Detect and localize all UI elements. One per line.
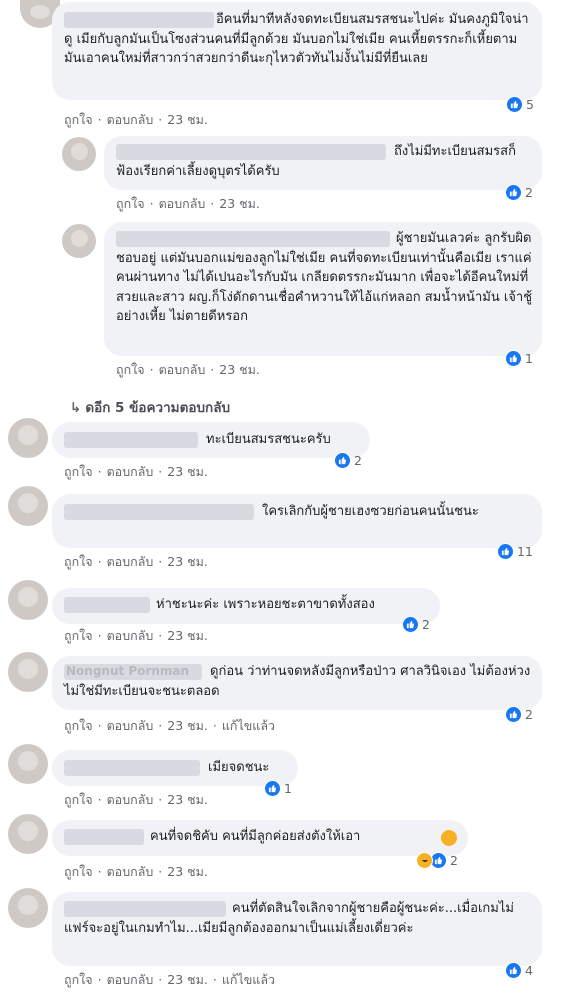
- like-button[interactable]: ถูกใจ: [116, 362, 145, 377]
- commenter-name[interactable]: [64, 432, 198, 448]
- reaction-number: 2: [422, 616, 430, 632]
- haha-reaction-icon: [416, 851, 433, 869]
- reaction-count[interactable]: 4: [505, 960, 533, 980]
- laughing-emoji-icon: [441, 830, 457, 846]
- like-reaction-icon: [505, 183, 522, 201]
- comment-actions: ถูกใจ · ตอบกลับ · 23 ชม.: [64, 628, 208, 643]
- like-reaction-icon: [402, 615, 419, 633]
- comment-text: ผู้ชายมันเลวค่ะ ลูกรับผิดชอบอยู่ แต่มันบ…: [116, 231, 533, 324]
- comment-actions: ถูกใจ · ตอบกลับ · 23 ชม.: [64, 864, 208, 879]
- reply-button[interactable]: ตอบกลับ: [159, 362, 206, 377]
- view-more-replies-link[interactable]: ↳ ดอีก 5 ข้อความตอบกลับ: [70, 396, 230, 418]
- reaction-count[interactable]: 1: [505, 348, 533, 368]
- reaction-number: 4: [525, 962, 533, 978]
- like-reaction-icon: [505, 961, 522, 979]
- comment-text: คนที่จดชิคับ คนที่มีลูกค่อยส่งตังให้เอา: [150, 829, 361, 844]
- commenter-name[interactable]: [64, 760, 200, 776]
- like-reaction-icon: [505, 349, 522, 367]
- like-reaction-icon: [505, 705, 522, 723]
- avatar[interactable]: [8, 744, 48, 784]
- comment-actions: ถูกใจ · ตอบกลับ · 23 ชม.: [64, 554, 208, 569]
- reaction-number: 2: [450, 852, 458, 868]
- reaction-number: 2: [525, 706, 533, 722]
- commenter-name[interactable]: [64, 829, 144, 845]
- timestamp[interactable]: 23 ชม.: [167, 628, 208, 643]
- edited-label[interactable]: แก้ไขแล้ว: [222, 972, 275, 987]
- commenter-name[interactable]: [64, 597, 150, 613]
- like-button[interactable]: ถูกใจ: [64, 554, 93, 569]
- reaction-count[interactable]: 11: [497, 541, 533, 561]
- comment-actions: ถูกใจ · ตอบกลับ · 23 ชม. · แก้ไขแล้ว: [64, 718, 276, 733]
- reaction-count[interactable]: 5: [506, 94, 534, 114]
- reply-button[interactable]: ตอบกลับ: [107, 554, 154, 569]
- avatar[interactable]: [62, 224, 96, 258]
- comment-actions: ถูกใจ · ตอบกลับ · 23 ชม.: [64, 464, 208, 479]
- comment-actions: ถูกใจ · ตอบกลับ · 23 ชม.: [64, 792, 208, 807]
- reaction-number: 5: [526, 96, 534, 112]
- avatar[interactable]: [8, 652, 48, 692]
- comment-actions: ถูกใจ · ตอบกลับ · 23 ชม.: [64, 112, 208, 127]
- comment-actions: ถูกใจ · ตอบกลับ · 23 ชม. · แก้ไขแล้ว: [64, 972, 276, 987]
- like-reaction-icon: [264, 779, 281, 797]
- like-reaction-icon: [334, 451, 351, 469]
- like-button[interactable]: ถูกใจ: [64, 792, 93, 807]
- edited-label[interactable]: แก้ไขแล้ว: [222, 718, 275, 733]
- like-button[interactable]: ถูกใจ: [64, 112, 93, 127]
- avatar[interactable]: [8, 418, 48, 458]
- like-reaction-icon: [497, 542, 514, 560]
- comment-text: อีคนที่มาทีหลังจดทะเบียนสมรสชนะไปค่ะ มัน…: [64, 12, 529, 66]
- reply-button[interactable]: ตอบกลับ: [107, 718, 154, 733]
- avatar[interactable]: [8, 486, 48, 526]
- comment-text: ทะเบียนสมรสชนะครับ: [206, 432, 331, 447]
- timestamp[interactable]: 23 ชม.: [167, 864, 208, 879]
- reply-button[interactable]: ตอบกลับ: [107, 112, 154, 127]
- timestamp[interactable]: 23 ชม.: [167, 718, 208, 733]
- reaction-number: 1: [525, 350, 533, 366]
- reaction-number: 2: [354, 452, 362, 468]
- timestamp[interactable]: 23 ชม.: [167, 112, 208, 127]
- comment-text: ห่าชะนะค่ะ เพราะหอยชะตาขาดทั้งสอง: [156, 597, 375, 612]
- reply-button[interactable]: ตอบกลับ: [107, 972, 154, 987]
- reaction-number: 11: [517, 543, 533, 559]
- reaction-count[interactable]: 2: [416, 850, 458, 870]
- reaction-count[interactable]: 2: [334, 450, 362, 470]
- timestamp[interactable]: 23 ชม.: [219, 362, 260, 377]
- reply-button[interactable]: ตอบกลับ: [107, 864, 154, 879]
- like-button[interactable]: ถูกใจ: [116, 196, 145, 211]
- like-button[interactable]: ถูกใจ: [64, 972, 93, 987]
- reaction-count[interactable]: 2: [402, 614, 430, 634]
- timestamp[interactable]: 23 ชม.: [167, 972, 208, 987]
- like-reaction-icon: [506, 95, 523, 113]
- reply-button[interactable]: ตอบกลับ: [107, 464, 154, 479]
- comment-actions: ถูกใจ · ตอบกลับ · 23 ชม.: [116, 362, 260, 377]
- reaction-count[interactable]: 2: [505, 182, 533, 202]
- reaction-count[interactable]: 1: [264, 778, 292, 798]
- like-button[interactable]: ถูกใจ: [64, 628, 93, 643]
- comment-text: ดูก่อน ว่าท่านจดหลังมีลูกหรือป่าว ศาลวิน…: [64, 664, 531, 699]
- timestamp[interactable]: 23 ชม.: [167, 464, 208, 479]
- like-button[interactable]: ถูกใจ: [64, 718, 93, 733]
- reaction-number: 2: [525, 184, 533, 200]
- comment-text: ถึงไม่มีทะเบียนสมรสก็ฟ้องเรียกค่าเลี้ยงด…: [116, 144, 516, 179]
- timestamp[interactable]: 23 ชม.: [167, 554, 208, 569]
- avatar[interactable]: [8, 888, 48, 928]
- reaction-number: 1: [284, 780, 292, 796]
- like-button[interactable]: ถูกใจ: [64, 864, 93, 879]
- like-button[interactable]: ถูกใจ: [64, 464, 93, 479]
- timestamp[interactable]: 23 ชม.: [219, 196, 260, 211]
- comment-text: คนที่ตัดสินใจเลิกจากผู้ชายคือผู้ชนะค่ะ..…: [64, 901, 514, 936]
- comment-text: เมียจดชนะ: [208, 760, 270, 775]
- reply-button[interactable]: ตอบกลับ: [107, 792, 154, 807]
- avatar[interactable]: [62, 137, 96, 171]
- reply-arrow-icon: ↳: [70, 400, 82, 416]
- reply-button[interactable]: ตอบกลับ: [159, 196, 206, 211]
- comment-actions: ถูกใจ · ตอบกลับ · 23 ชม.: [116, 196, 260, 211]
- reaction-count[interactable]: 2: [505, 704, 533, 724]
- reply-button[interactable]: ตอบกลับ: [107, 628, 154, 643]
- avatar[interactable]: [8, 580, 48, 620]
- comment-text: ใครเลิกกับผู้ชายเฮงซวยก่อนคนนั้นชนะ: [262, 504, 479, 519]
- timestamp[interactable]: 23 ชม.: [167, 792, 208, 807]
- avatar[interactable]: [8, 814, 48, 854]
